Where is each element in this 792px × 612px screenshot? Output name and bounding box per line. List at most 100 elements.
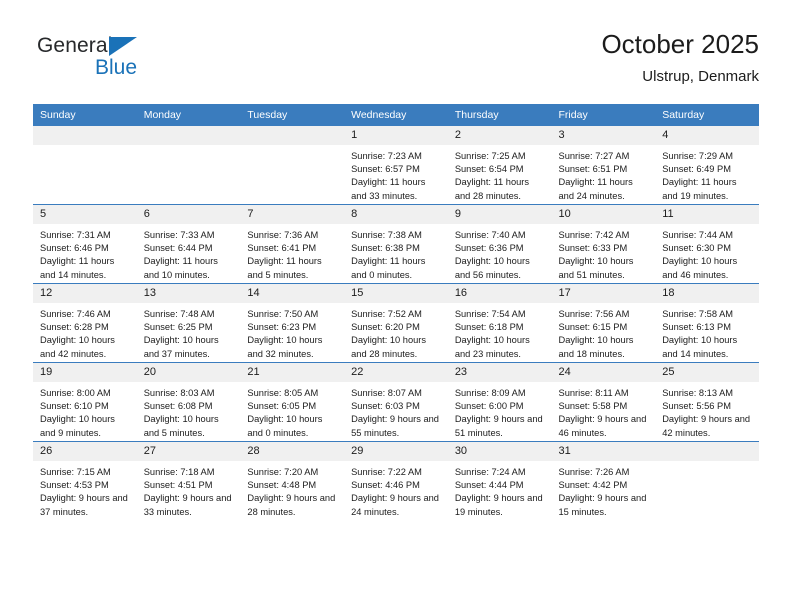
calendar-day-cell[interactable]: 17 Sunrise: 7:56 AM Sunset: 6:15 PM Dayligh… bbox=[551, 283, 656, 363]
calendar-day-cell[interactable]: 2 Sunrise: 7:25 AM Sunset: 6:54 PM Daylight… bbox=[447, 126, 552, 205]
sunrise-text: Sunrise: 7:46 AM bbox=[40, 309, 111, 319]
calendar-day-cell[interactable]: 5 Sunrise: 7:31 AM Sunset: 6:46 PM Daylight… bbox=[33, 204, 137, 284]
day-details: Sunrise: 8:09 AM Sunset: 6:00 PM Daylight:… bbox=[448, 382, 552, 440]
sunset-text: Sunset: 6:36 PM bbox=[454, 243, 524, 254]
sunrise-text: Sunrise: 7:27 AM bbox=[558, 151, 630, 161]
sunset-text: Sunset: 4:48 PM bbox=[247, 480, 317, 491]
sunset-text: Sunset: 4:46 PM bbox=[351, 480, 420, 491]
day-number: 17 bbox=[551, 284, 656, 303]
calendar-day-cell[interactable]: 7 Sunrise: 7:36 AM Sunset: 6:41 PM Daylight… bbox=[240, 204, 345, 284]
calendar-day-cell[interactable]: 21 Sunrise: 8:05 AM Sunset: 6:05 PM Dayligh… bbox=[240, 362, 345, 442]
calendar-day-cell[interactable]: 6 Sunrise: 7:33 AM Sunset: 6:44 PM Daylight… bbox=[136, 204, 241, 284]
sunset-text: Sunset: 6:57 PM bbox=[351, 164, 420, 175]
calendar-day-cell[interactable]: 24 Sunrise: 8:11 AM Sunset: 5:58 PM Dayligh… bbox=[551, 362, 656, 442]
sunrise-text: Sunrise: 8:05 AM bbox=[247, 388, 319, 398]
calendar-week-row: 5 Sunrise: 7:31 AM Sunset: 6:46 PM Daylight… bbox=[33, 204, 759, 284]
calendar-page: General Blue October 2025 Ulstrup, Denma… bbox=[0, 0, 792, 612]
calendar-day-cell[interactable]: 15 Sunrise: 7:52 AM Sunset: 6:20 PM Dayligh… bbox=[344, 283, 448, 363]
day-details: Sunrise: 8:11 AM Sunset: 5:58 PM Daylight:… bbox=[552, 382, 656, 440]
calendar-day-cell[interactable]: 16 Sunrise: 7:54 AM Sunset: 6:18 PM Dayligh… bbox=[447, 283, 552, 363]
day-details: Sunrise: 7:50 AM Sunset: 6:23 PM Daylight:… bbox=[240, 303, 344, 361]
day-number: 18 bbox=[655, 284, 759, 303]
weekday-header-thursday: Thursday bbox=[447, 104, 552, 126]
weekday-header-sunday: Sunday bbox=[33, 104, 137, 126]
sunrise-text: Sunrise: 7:36 AM bbox=[247, 230, 319, 240]
sunset-text: Sunset: 6:13 PM bbox=[662, 322, 731, 333]
day-number: 7 bbox=[240, 205, 345, 224]
sunset-text: Sunset: 6:44 PM bbox=[143, 243, 213, 254]
calendar-day-cell[interactable]: 3 Sunrise: 7:27 AM Sunset: 6:51 PM Daylight… bbox=[551, 126, 656, 205]
sunset-text: Sunset: 6:33 PM bbox=[558, 243, 628, 254]
calendar-day-cell[interactable]: 25 Sunrise: 8:13 AM Sunset: 5:56 PM Dayligh… bbox=[655, 362, 759, 442]
sunset-text: Sunset: 6:28 PM bbox=[40, 322, 109, 333]
calendar-day-cell[interactable]: 9 Sunrise: 7:40 AM Sunset: 6:36 PM Daylight… bbox=[447, 204, 552, 284]
day-number: 1 bbox=[344, 126, 448, 145]
sunrise-text: Sunrise: 7:33 AM bbox=[143, 230, 215, 240]
calendar-day-cell[interactable]: 30 Sunrise: 7:24 AM Sunset: 4:44 PM Dayligh… bbox=[447, 441, 552, 520]
sunset-text: Sunset: 6:15 PM bbox=[558, 322, 628, 333]
day-details: Sunrise: 7:15 AM Sunset: 4:53 PM Daylight:… bbox=[33, 461, 137, 519]
sunset-text: Sunset: 6:18 PM bbox=[454, 322, 524, 333]
day-details: Sunrise: 7:40 AM Sunset: 6:36 PM Daylight:… bbox=[448, 224, 552, 282]
sunset-text: Sunset: 6:10 PM bbox=[40, 401, 109, 412]
day-number: 8 bbox=[344, 205, 448, 224]
day-details: Sunrise: 7:25 AM Sunset: 6:54 PM Daylight:… bbox=[448, 145, 552, 203]
calendar-day-cell[interactable]: 19 Sunrise: 8:00 AM Sunset: 6:10 PM Dayligh… bbox=[33, 362, 137, 442]
daylight-text: Daylight: 11 hours and 14 minutes. bbox=[40, 256, 115, 280]
calendar-day-cell[interactable]: 23 Sunrise: 8:09 AM Sunset: 6:00 PM Dayligh… bbox=[447, 362, 552, 442]
day-number bbox=[33, 126, 137, 145]
day-number: 16 bbox=[447, 284, 552, 303]
sunrise-text: Sunrise: 8:03 AM bbox=[143, 388, 215, 398]
sunrise-text: Sunrise: 7:15 AM bbox=[40, 467, 111, 477]
sunrise-text: Sunrise: 8:13 AM bbox=[662, 388, 734, 398]
sunrise-text: Sunrise: 7:29 AM bbox=[662, 151, 734, 161]
day-number: 10 bbox=[551, 205, 656, 224]
day-details: Sunrise: 7:38 AM Sunset: 6:38 PM Daylight:… bbox=[344, 224, 448, 282]
day-details: Sunrise: 7:26 AM Sunset: 4:42 PM Daylight:… bbox=[552, 461, 656, 519]
calendar-day-cell[interactable]: 12 Sunrise: 7:46 AM Sunset: 6:28 PM Dayligh… bbox=[33, 283, 137, 363]
day-number: 22 bbox=[344, 363, 448, 382]
calendar-day-cell[interactable]: 8 Sunrise: 7:38 AM Sunset: 6:38 PM Daylight… bbox=[344, 204, 448, 284]
calendar-day-cell[interactable]: 28 Sunrise: 7:20 AM Sunset: 4:48 PM Dayligh… bbox=[240, 441, 345, 520]
sunrise-text: Sunrise: 7:56 AM bbox=[558, 309, 630, 319]
day-number: 9 bbox=[447, 205, 552, 224]
day-details: Sunrise: 7:58 AM Sunset: 6:13 PM Daylight:… bbox=[655, 303, 759, 361]
calendar-day-cell[interactable]: 1 Sunrise: 7:23 AM Sunset: 6:57 PM Daylight… bbox=[344, 126, 448, 205]
calendar-day-cell[interactable]: 11 Sunrise: 7:44 AM Sunset: 6:30 PM Dayligh… bbox=[655, 204, 759, 284]
day-details: Sunrise: 8:13 AM Sunset: 5:56 PM Daylight:… bbox=[655, 382, 759, 440]
sunset-text: Sunset: 6:41 PM bbox=[247, 243, 317, 254]
day-details: Sunrise: 7:56 AM Sunset: 6:15 PM Daylight:… bbox=[552, 303, 656, 361]
sunset-text: Sunset: 6:20 PM bbox=[351, 322, 420, 333]
calendar-day-cell[interactable]: 26 Sunrise: 7:15 AM Sunset: 4:53 PM Dayligh… bbox=[33, 441, 137, 520]
calendar-day-cell[interactable]: 27 Sunrise: 7:18 AM Sunset: 4:51 PM Dayligh… bbox=[136, 441, 241, 520]
calendar-day-cell[interactable]: 14 Sunrise: 7:50 AM Sunset: 6:23 PM Dayligh… bbox=[240, 283, 345, 363]
general-blue-logo[interactable]: General Blue bbox=[33, 34, 233, 90]
logo-triangle-icon bbox=[109, 37, 137, 56]
calendar-day-cell[interactable]: 22 Sunrise: 8:07 AM Sunset: 6:03 PM Dayligh… bbox=[344, 362, 448, 442]
sunrise-text: Sunrise: 7:54 AM bbox=[454, 309, 526, 319]
daylight-text: Daylight: 11 hours and 28 minutes. bbox=[454, 177, 530, 201]
sunrise-text: Sunrise: 7:50 AM bbox=[247, 309, 319, 319]
calendar-week-row: 26 Sunrise: 7:15 AM Sunset: 4:53 PM Dayligh… bbox=[33, 441, 759, 520]
sunrise-text: Sunrise: 7:38 AM bbox=[351, 230, 422, 240]
calendar-day-cell[interactable]: 13 Sunrise: 7:48 AM Sunset: 6:25 PM Dayligh… bbox=[136, 283, 241, 363]
weekday-header-monday: Monday bbox=[136, 104, 241, 126]
weekday-header-saturday: Saturday bbox=[655, 104, 759, 126]
page-title: October 2025 bbox=[601, 29, 759, 59]
sunset-text: Sunset: 6:46 PM bbox=[40, 243, 109, 254]
sunrise-text: Sunrise: 8:09 AM bbox=[454, 388, 526, 398]
day-number bbox=[240, 126, 345, 145]
calendar-day-cell[interactable]: 20 Sunrise: 8:03 AM Sunset: 6:08 PM Dayligh… bbox=[136, 362, 241, 442]
calendar-day-cell[interactable]: 29 Sunrise: 7:22 AM Sunset: 4:46 PM Dayligh… bbox=[344, 441, 448, 520]
day-number: 3 bbox=[551, 126, 656, 145]
calendar-day-cell-empty bbox=[240, 126, 345, 205]
calendar-day-cell[interactable]: 31 Sunrise: 7:26 AM Sunset: 4:42 PM Dayligh… bbox=[551, 441, 656, 520]
calendar-day-cell[interactable]: 18 Sunrise: 7:58 AM Sunset: 6:13 PM Dayligh… bbox=[655, 283, 759, 363]
day-number bbox=[136, 126, 241, 145]
calendar-day-cell[interactable]: 10 Sunrise: 7:42 AM Sunset: 6:33 PM Dayligh… bbox=[551, 204, 656, 284]
calendar-day-cell[interactable]: 4 Sunrise: 7:29 AM Sunset: 6:49 PM Daylight… bbox=[655, 126, 759, 205]
calendar-week-row: 19 Sunrise: 8:00 AM Sunset: 6:10 PM Dayligh… bbox=[33, 362, 759, 442]
daylight-text: Daylight: 9 hours and 42 minutes. bbox=[662, 414, 751, 438]
daylight-text: Daylight: 10 hours and 46 minutes. bbox=[662, 256, 738, 280]
day-details: Sunrise: 8:00 AM Sunset: 6:10 PM Daylight:… bbox=[33, 382, 137, 440]
